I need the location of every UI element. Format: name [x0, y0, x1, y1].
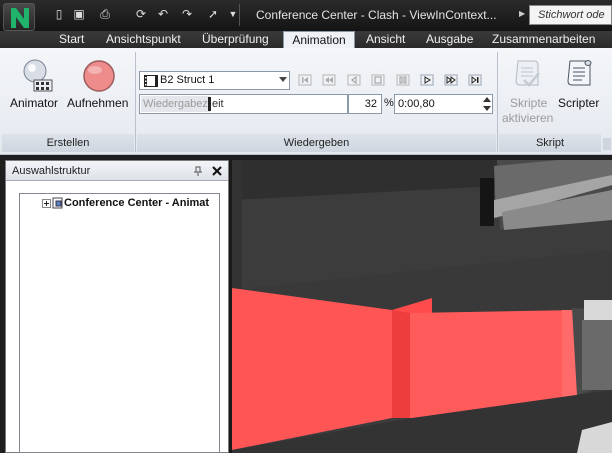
- scene-render: [232, 160, 612, 453]
- playback-time-slider[interactable]: Wiedergabez eit: [139, 94, 348, 114]
- stop-icon[interactable]: [370, 72, 386, 88]
- go-to-end-icon[interactable]: [467, 72, 483, 88]
- group-label-create: Erstellen: [2, 134, 134, 152]
- pause-icon[interactable]: [395, 72, 411, 88]
- ribbon-tab-bar: Start Ansichtspunkt Überprüfung Animatio…: [0, 31, 612, 48]
- time-field[interactable]: 0:00,80: [394, 94, 493, 114]
- enable-scripts-icon: [515, 60, 540, 87]
- tree-item-label: Conference Center - Animat: [64, 197, 210, 209]
- tab-ansicht[interactable]: Ansicht: [364, 31, 407, 48]
- film-strip-icon: [144, 75, 158, 87]
- enable-scripts-label-1: Skripte: [510, 96, 548, 110]
- group-label-playback: Wiedergeben: [137, 134, 496, 152]
- enable-scripts-label-2: aktivieren: [502, 111, 554, 125]
- scripter-label: Scripter: [558, 96, 600, 110]
- scripter-icon: [567, 60, 592, 86]
- chevron-down-icon[interactable]: [279, 77, 287, 82]
- time-spinner[interactable]: [482, 95, 492, 113]
- pin-icon[interactable]: [193, 166, 203, 176]
- play-icon[interactable]: [419, 72, 435, 88]
- expand-plus-icon[interactable]: [42, 199, 51, 208]
- group-separator: [497, 52, 498, 152]
- step-forward-icon[interactable]: [443, 72, 459, 88]
- qat-dropdown-icon[interactable]: ▼: [226, 7, 240, 21]
- group-separator: [135, 52, 136, 152]
- tab-ueberpruefung[interactable]: Überprüfung: [200, 31, 271, 48]
- search-expand-icon[interactable]: ▶: [519, 9, 525, 18]
- close-icon[interactable]: [212, 166, 222, 176]
- record-icon: [83, 60, 115, 92]
- search-input[interactable]: Stichwort ode: [529, 5, 612, 25]
- new-file-icon[interactable]: ▯: [52, 7, 66, 21]
- tree-item-root[interactable]: Conference Center - Animat: [40, 195, 220, 211]
- selection-tree[interactable]: Conference Center - Animat: [19, 193, 220, 453]
- model-file-icon: [52, 197, 63, 209]
- app-menu-button[interactable]: [3, 3, 35, 31]
- navisworks-logo-icon: [11, 8, 29, 28]
- scripter-button[interactable]: Scripter: [556, 54, 606, 114]
- undo-icon[interactable]: ↶: [156, 7, 170, 21]
- print-icon[interactable]: ⎙: [98, 7, 112, 21]
- animator-icon: [23, 59, 53, 92]
- tab-animation[interactable]: Animation: [283, 31, 355, 48]
- slider-thumb[interactable]: [208, 97, 211, 111]
- 3d-viewport[interactable]: [232, 160, 612, 453]
- ribbon-panel: Animator Aufnehmen B2 Struct 1 Wiedergab…: [0, 48, 612, 155]
- percent-field[interactable]: 32: [348, 94, 382, 114]
- percent-unit-label: %: [384, 97, 394, 109]
- step-back-icon[interactable]: [321, 72, 337, 88]
- select-pointer-icon[interactable]: ➚: [206, 7, 220, 21]
- enable-scripts-button[interactable]: Skripte aktivieren: [500, 54, 554, 126]
- animator-button[interactable]: Animator: [8, 54, 64, 114]
- tab-ansichtspunkt[interactable]: Ansichtspunkt: [104, 31, 183, 48]
- spin-up-icon[interactable]: [483, 97, 491, 102]
- group-label-script: Skript: [499, 134, 601, 152]
- animation-select-value: B2 Struct 1: [160, 74, 215, 86]
- spin-down-icon[interactable]: [483, 106, 491, 111]
- panel-title: Auswahlstruktur: [12, 165, 91, 177]
- tab-zusammenarbeiten[interactable]: Zusammenarbeiten: [490, 31, 597, 48]
- refresh-icon[interactable]: ⟳: [134, 7, 148, 21]
- window-title: Conference Center - Clash - ViewInContex…: [256, 8, 497, 22]
- rewind-to-start-icon[interactable]: [297, 72, 313, 88]
- panel-header: Auswahlstruktur: [6, 161, 228, 181]
- slider-tooltip: Wiedergabez: [141, 96, 210, 112]
- qat-separator: [239, 4, 240, 26]
- animator-label: Animator: [10, 96, 59, 110]
- slider-text: eit: [212, 98, 224, 110]
- redo-icon[interactable]: ↷: [180, 7, 194, 21]
- title-bar: ▯ ▣ ⎙ ⟳ ↶ ↷ ➚ ▼ Conference Center - Clas…: [0, 0, 612, 31]
- animation-select[interactable]: B2 Struct 1: [139, 71, 290, 90]
- record-label: Aufnehmen: [67, 96, 129, 110]
- selection-tree-panel: Auswahlstruktur Conference Center - Anim…: [5, 160, 229, 453]
- tab-ausgabe[interactable]: Ausgabe: [424, 31, 475, 48]
- play-reverse-icon[interactable]: [346, 72, 362, 88]
- tab-start[interactable]: Start: [57, 31, 86, 48]
- record-button[interactable]: Aufnehmen: [66, 54, 132, 114]
- save-icon[interactable]: ▣: [72, 7, 86, 21]
- group-launcher-icon[interactable]: [603, 138, 611, 150]
